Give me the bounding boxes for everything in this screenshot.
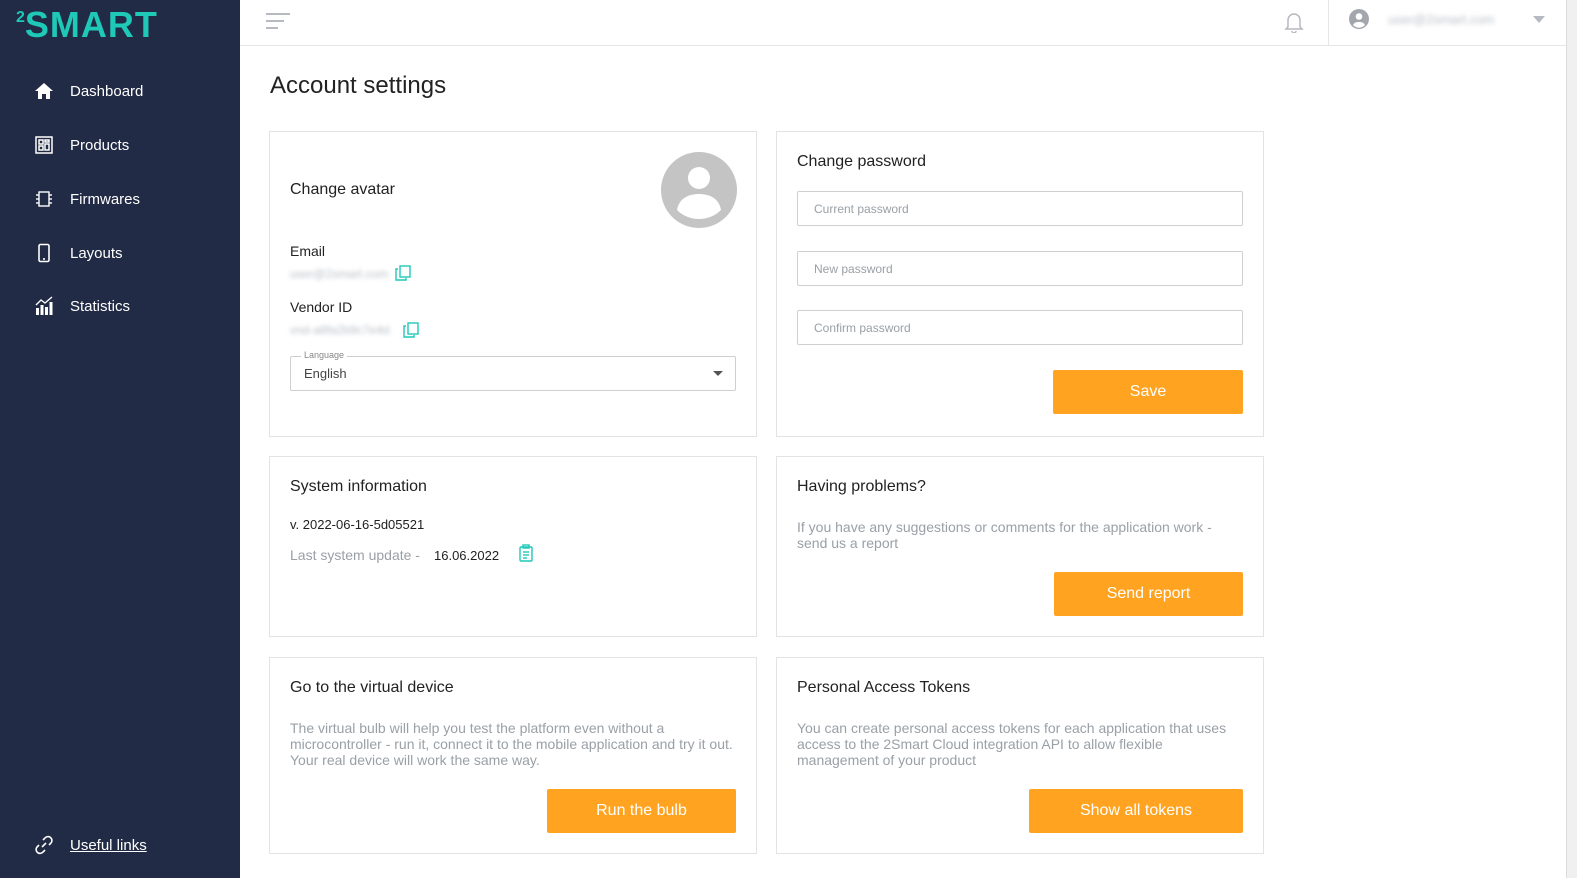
chevron-down-icon[interactable] — [1533, 16, 1545, 24]
access-tokens-card: Personal Access Tokens You can create pe… — [776, 657, 1264, 854]
sidebar-item-label: Statistics — [70, 297, 131, 315]
notification-bell-icon[interactable] — [1284, 11, 1304, 33]
sidebar-item-layouts[interactable]: Layouts — [0, 233, 240, 273]
card-title: Having problems? — [797, 478, 926, 495]
menu-toggle-icon[interactable] — [264, 10, 292, 34]
card-title: Change password — [797, 153, 926, 170]
user-avatar-icon[interactable] — [1349, 9, 1369, 29]
sidebar-item-label: Dashboard — [70, 82, 144, 100]
tokens-description: You can create personal access tokens fo… — [797, 720, 1227, 768]
card-title: System information — [290, 478, 427, 495]
new-password-input[interactable] — [797, 251, 1243, 286]
send-report-button[interactable]: Send report — [1054, 572, 1243, 616]
products-icon — [35, 136, 53, 154]
topbar-divider — [1328, 0, 1329, 46]
sidebar-item-label: Layouts — [70, 244, 123, 262]
sidebar-item-products[interactable]: Products — [0, 125, 240, 165]
sidebar-item-statistics[interactable]: Statistics — [0, 286, 240, 326]
current-password-input[interactable] — [797, 191, 1243, 226]
top-bar: user@2smart.com — [240, 0, 1566, 46]
save-button[interactable]: Save — [1053, 370, 1243, 414]
avatar-card: Change avatar Email user@2smart.com Vend… — [269, 131, 757, 437]
chip-icon — [36, 191, 52, 207]
scrollbar[interactable] — [1566, 0, 1577, 878]
run-bulb-button[interactable]: Run the bulb — [547, 789, 736, 833]
virtual-device-description: The virtual bulb will help you test the … — [290, 720, 733, 768]
logo-superscript: 2 — [16, 9, 25, 26]
sidebar-item-dashboard[interactable]: Dashboard — [0, 71, 240, 111]
confirm-password-input[interactable] — [797, 310, 1243, 345]
system-info-card: System information v. 2022-06-16-5d05521… — [269, 456, 757, 637]
system-version: v. 2022-06-16-5d05521 — [290, 517, 425, 532]
sidebar-item-label: Products — [70, 136, 130, 154]
avatar-placeholder-icon[interactable] — [661, 152, 737, 228]
card-title: Personal Access Tokens — [797, 679, 971, 696]
brand-logo[interactable]: 2 SMART — [16, 4, 158, 45]
sidebar-item-label: Firmwares — [70, 190, 140, 208]
card-title: Go to the virtual device — [290, 679, 454, 696]
sidebar: 2 SMART Dashboard Products Firmwares Lay… — [0, 0, 240, 878]
useful-links-link[interactable]: Useful links — [0, 830, 240, 860]
sidebar-item-firmwares[interactable]: Firmwares — [0, 179, 240, 219]
copy-icon[interactable] — [402, 321, 420, 339]
card-title: Change avatar — [290, 181, 395, 198]
email-value: user@2smart.com — [290, 267, 389, 281]
problems-description: If you have any suggestions or comments … — [797, 519, 1212, 551]
clipboard-icon[interactable] — [517, 544, 535, 562]
logo-wordmark: SMART — [24, 4, 158, 45]
page-title: Account settings — [270, 72, 447, 99]
language-value: English — [304, 366, 347, 381]
password-card: Change password Save — [776, 131, 1264, 437]
user-email[interactable]: user@2smart.com — [1388, 12, 1494, 27]
chevron-down-icon — [713, 371, 723, 376]
language-select[interactable]: Language English — [290, 350, 736, 391]
email-label: Email — [290, 243, 326, 259]
bar-chart-icon — [35, 296, 53, 315]
copy-icon[interactable] — [394, 264, 412, 282]
show-all-tokens-button[interactable]: Show all tokens — [1029, 789, 1243, 833]
link-icon — [35, 835, 53, 855]
last-update-value: 16.06.2022 — [434, 548, 500, 563]
language-legend: Language — [301, 350, 348, 360]
having-problems-card: Having problems? If you have any suggest… — [776, 456, 1264, 637]
vendor-id-value: vnd-a8fa2b9c7e4d — [290, 323, 390, 337]
last-update-label: Last system update - — [290, 547, 420, 563]
useful-links-label: Useful links — [70, 836, 147, 854]
vendor-id-label: Vendor ID — [290, 299, 353, 315]
phone-icon — [38, 243, 50, 263]
virtual-device-card: Go to the virtual device The virtual bul… — [269, 657, 757, 854]
home-icon — [35, 83, 53, 99]
